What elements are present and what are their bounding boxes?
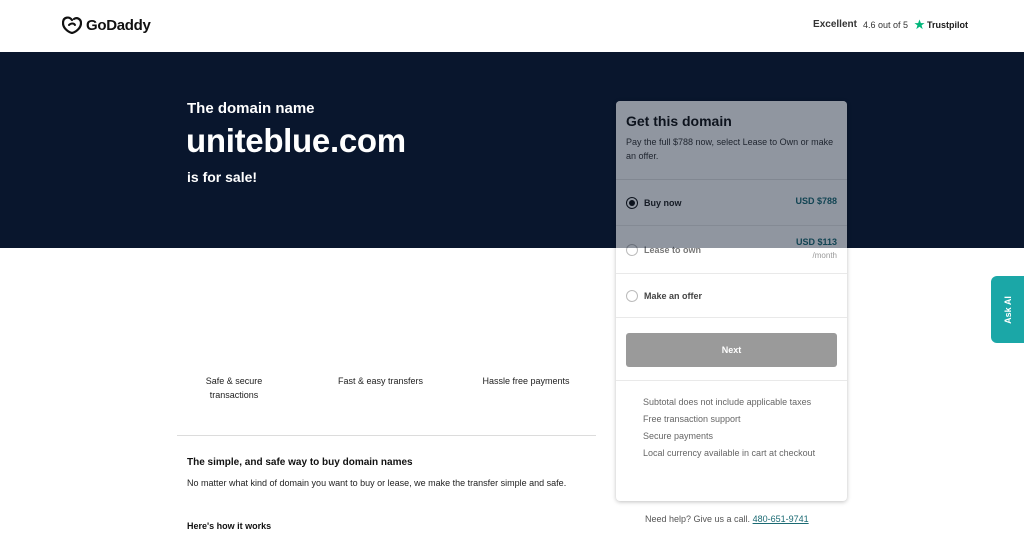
bullet-item: Free transaction support [643,414,741,424]
info-body: No matter what kind of domain you want t… [187,478,567,488]
trustpilot-label: Trustpilot [927,19,968,30]
godaddy-logo[interactable]: GoDaddy [62,16,151,34]
radio-make-offer[interactable] [626,289,638,302]
option-label: Lease to own [644,244,702,255]
card-bullets: Subtotal does not include applicable tax… [616,381,847,462]
hero-pretext: The domain name [187,100,315,117]
option-price: USD $788 [795,196,837,206]
hero-banner: The domain name uniteblue.com is for sal… [0,52,1024,248]
trust-rating: 4.6 out of 5 [862,19,908,30]
card-title: Get this domain [626,113,732,129]
ask-ai-label: Ask AI [1002,295,1013,324]
trustpilot-brand: Trustpilot [914,19,968,30]
next-section: Next [616,318,847,381]
card-subtitle: Pay the full $788 now, select Lease to O… [626,137,834,161]
godaddy-logo-icon [62,16,82,34]
star-icon [914,19,925,30]
help-text: Need help? Give us a call. [645,514,751,524]
bullet-item: Subtotal does not include applicable tax… [643,397,812,407]
option-make-offer[interactable]: Make an offer [616,274,847,318]
radio-buy-now[interactable] [626,196,638,209]
feature-fast-transfers: Fast & easy transfers [337,376,424,386]
domain-name: uniteblue.com [186,122,406,159]
section-divider [177,435,596,436]
option-lease-to-own[interactable]: Lease to own USD $113 /month [616,226,847,274]
help-line: Need help? Give us a call. 480-651-9741 [645,514,809,524]
card-header: Get this domain Pay the full $788 now, s… [616,101,847,180]
logo-text: GoDaddy [86,16,151,34]
trustpilot-rating[interactable]: Excellent 4.6 out of 5 Trustpilot [813,19,968,30]
top-bar: GoDaddy Excellent 4.6 out of 5 Trustpilo… [0,0,1024,52]
feature-hassle-free: Hassle free payments [482,376,570,386]
option-label: Buy now [644,197,682,208]
how-it-works-title: Here's how it works [187,521,272,531]
bullet-item: Local currency available in cart at chec… [643,448,816,458]
hero-posttext: is for sale! [187,169,258,185]
trust-excellent: Excellent [813,19,857,30]
purchase-card: Get this domain Pay the full $788 now, s… [616,101,847,501]
radio-lease-to-own[interactable] [626,243,638,256]
ask-ai-button[interactable]: Ask AI [991,276,1024,343]
next-button[interactable]: Next [626,333,837,367]
bullet-item: Secure payments [643,431,714,441]
option-buy-now[interactable]: Buy now USD $788 [616,180,847,226]
feature-safe-secure: Safe & secure transactions [205,376,263,400]
info-title: The simple, and safe way to buy domain n… [187,457,413,468]
option-price: USD $113 [795,237,837,247]
option-per-month: /month [812,251,837,260]
help-phone-link[interactable]: 480-651-9741 [753,514,809,524]
option-label: Make an offer [644,290,703,301]
